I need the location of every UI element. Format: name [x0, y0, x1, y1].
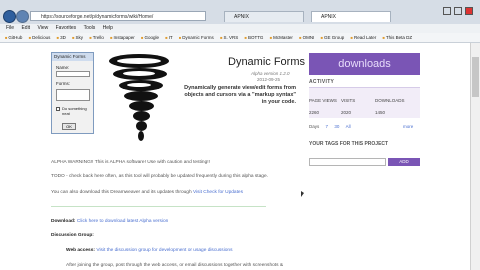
fav-item[interactable]: GE Group [321, 35, 345, 40]
add-tag-button[interactable]: ADD [388, 158, 420, 166]
fav-item[interactable]: Read Later [351, 35, 377, 40]
menu-favorites[interactable]: Favorites [56, 25, 77, 31]
screenshot-dialog: Dynamic Forms Name: Forms: Do something … [51, 52, 94, 134]
scrollbar-thumb[interactable] [472, 57, 479, 97]
page-scrollbar[interactable] [470, 43, 480, 270]
web-access-link[interactable]: Visit the discussion group for developme… [96, 248, 232, 253]
days-7-link[interactable]: 7 [326, 124, 329, 129]
activity-value: 2020 [341, 110, 352, 115]
download-row: Download: Click here to download latest … [51, 219, 168, 224]
maximize-icon[interactable] [454, 7, 462, 15]
menu-bar: File Edit View Favorites Tools Help [0, 24, 480, 33]
web-access-row: Web access: Visit the discussion group f… [66, 248, 233, 253]
forward-button[interactable] [16, 10, 29, 23]
fav-item[interactable]: This Beta DZ [383, 35, 413, 40]
days-filter: Days 7 30 All [309, 124, 351, 129]
menu-tools[interactable]: Tools [84, 25, 96, 31]
back-button[interactable] [3, 10, 16, 23]
web-access-label: Web access: [66, 248, 95, 253]
release-date: 2012-09-25 [257, 77, 281, 82]
dialog-checkbox [56, 107, 60, 111]
activity-value: 2260 [309, 110, 320, 115]
page-title: Dynamic Forms [228, 56, 306, 68]
alpha-warning: ALPHA WARNING!! This is ALPHA software! … [51, 160, 210, 165]
fav-item[interactable]: OMNI [299, 35, 314, 40]
more-link[interactable]: more [403, 124, 413, 129]
favorites-bar: GitHub Delicious 3D Sky Trello Instapape… [0, 33, 480, 43]
project-description: Dynamically generate view/edit forms fro… [184, 85, 296, 105]
fav-item[interactable]: Instapaper [110, 35, 135, 40]
tags-heading: YOUR TAGS FOR THIS PROJECT [309, 141, 389, 147]
discussion-group-label: Discussion Group: [51, 233, 94, 238]
downloads-button[interactable]: downloads [309, 53, 420, 75]
update-text: You can also download this Dreamweaver a… [51, 190, 192, 195]
fav-item[interactable]: BOTTG [245, 35, 264, 40]
menu-edit[interactable]: Edit [21, 25, 30, 31]
mouse-cursor-icon [301, 191, 304, 197]
update-note: You can also download this Dreamweaver a… [51, 190, 243, 195]
activity-panel: PAGE VIEWS VISITS DOWNLOADS 2260 2020 14… [309, 87, 420, 118]
menu-view[interactable]: View [37, 25, 48, 31]
activity-header: DOWNLOADS [375, 98, 405, 103]
fav-item[interactable]: McMaster [270, 35, 293, 40]
fav-item[interactable]: Delicious [29, 35, 51, 40]
window-controls[interactable] [440, 2, 473, 20]
dialog-check-label: Do something neat [62, 106, 87, 116]
days-all-link[interactable]: All [346, 124, 351, 129]
activity-heading: ACTIVITY [309, 79, 335, 85]
address-bar[interactable]: https://sourceforge.net/p/dynamicforms/w… [30, 11, 206, 21]
dialog-name-label: Name: [56, 65, 70, 70]
fav-item[interactable]: Google [141, 35, 159, 40]
browser-tab-1[interactable]: APNIX [224, 11, 304, 22]
activity-value: 1450 [375, 110, 386, 115]
fav-item[interactable]: IT [165, 35, 172, 40]
fav-item[interactable]: GitHub [5, 35, 22, 40]
activity-header: VISITS [341, 98, 356, 103]
fav-item[interactable]: Dynamic Forms [179, 35, 214, 40]
check-updates-link[interactable]: Visit Check for Updates [193, 190, 243, 195]
tag-input[interactable] [309, 158, 386, 166]
dialog-ok-button: OK [62, 123, 76, 130]
days-label: Days [309, 124, 320, 129]
fav-item[interactable]: 3D [57, 35, 66, 40]
section-divider [51, 206, 266, 207]
fav-item[interactable]: Trello [89, 35, 104, 40]
download-label: Download: [51, 219, 76, 224]
fav-item[interactable]: Sky [72, 35, 83, 40]
tornado-logo-icon [107, 52, 172, 148]
minimize-icon[interactable] [443, 7, 451, 15]
version-label: Alpha version 1.2.0 [251, 71, 290, 76]
dialog-forms-input [56, 89, 90, 101]
after-joining-text: After joining the group, post through th… [66, 263, 284, 268]
dialog-name-input [56, 71, 90, 77]
activity-header: PAGE VIEWS [309, 98, 337, 103]
close-icon[interactable] [465, 7, 473, 15]
dialog-title: Dynamic Forms [52, 53, 93, 61]
dialog-forms-label: Forms: [56, 81, 70, 86]
fav-item[interactable]: S. VRS [220, 35, 238, 40]
todo-note: TODO - check back here often, as this to… [51, 174, 268, 179]
discussion-group-row: Discussion Group: [51, 233, 94, 238]
browser-tab-2[interactable]: APNIX [311, 11, 391, 22]
days-30-link[interactable]: 30 [334, 124, 339, 129]
menu-file[interactable]: File [6, 25, 14, 31]
download-link[interactable]: Click here to download latest Alpha vers… [77, 219, 168, 224]
menu-help[interactable]: Help [103, 25, 113, 31]
